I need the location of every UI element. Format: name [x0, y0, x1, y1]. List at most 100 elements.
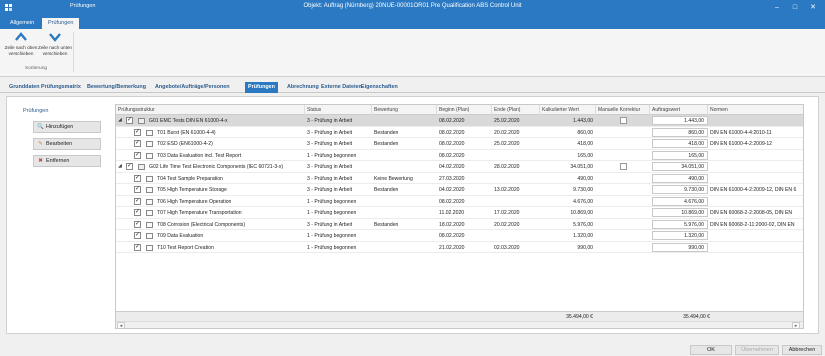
table-row[interactable]: ✓ T08 Corrosion (Electrical Components) 3 …	[116, 219, 803, 230]
row-checkbox[interactable]: ✓	[126, 117, 133, 124]
row-checkbox[interactable]: ✓	[134, 151, 141, 159]
order-value-input[interactable]: 860,00	[652, 127, 708, 137]
column-separator[interactable]	[491, 105, 492, 115]
column-header[interactable]: Ende (Plan)	[494, 107, 520, 113]
start-date: 08.02.2020	[439, 233, 465, 239]
column-separator[interactable]	[304, 105, 305, 115]
move-row-down-button[interactable]: Zeile nach unten verschieben	[38, 31, 72, 63]
table-row[interactable]: ✓ T06 High Temperature Operation 1 - Prüfu…	[116, 196, 803, 207]
apply-button[interactable]: Übernehmen	[735, 345, 779, 355]
minimize-button[interactable]: –	[770, 2, 784, 13]
row-checkbox[interactable]: ✓	[134, 220, 141, 228]
standards: DIN EN 61000-4-4:2010-11	[710, 129, 772, 136]
column-header[interactable]: Beginn (Plan)	[439, 107, 469, 113]
column-separator[interactable]	[707, 105, 708, 115]
table-row[interactable]: ✓ T02 ESD (EN61000-4-2) 3 - Prüfung in Arb…	[116, 138, 803, 150]
manual-correction-checkbox[interactable]	[620, 117, 627, 124]
order-value-input[interactable]: 34.051,00	[652, 162, 708, 171]
scroll-right-icon[interactable]: ▸	[792, 322, 800, 328]
column-separator[interactable]	[436, 105, 437, 115]
test-name: T07 High Temperature Transportation	[157, 210, 242, 216]
row-checkbox[interactable]: ✓	[134, 243, 141, 251]
calculated-value: 1.443,00	[573, 118, 593, 124]
row-checkbox[interactable]: ✓	[134, 128, 141, 136]
maximize-button[interactable]: □	[788, 2, 802, 13]
cancel-button[interactable]: Abbrechen	[782, 345, 822, 355]
expand-toggle-icon[interactable]: ◢	[118, 117, 122, 123]
column-header[interactable]: Prüfungsstruktur	[118, 107, 155, 113]
table-row[interactable]: ◢ ✓ G01 EMC Tests DIN EN 61000-4-x 3 - Prüf…	[116, 115, 803, 127]
column-header[interactable]: Kalkulierter Wert	[542, 107, 579, 113]
order-value-input[interactable]: 990,00	[652, 242, 708, 252]
table-row[interactable]: ✓ T01 Burst (EN 61000-4-4) 3 - Prüfung in …	[116, 127, 803, 138]
test-icon	[146, 210, 153, 216]
table-row[interactable]: ◢ ✓ G02 Life Time Test Electronic Componen…	[116, 161, 803, 173]
move-row-up-button[interactable]: Zeile nach oben verschieben	[4, 31, 38, 63]
tab-2[interactable]: Bewertung/Bemerkung	[84, 82, 149, 93]
tab-4[interactable]: Prüfungen	[245, 82, 278, 93]
ok-button[interactable]: OK	[690, 345, 732, 355]
group-icon	[138, 118, 145, 124]
column-separator[interactable]	[649, 105, 650, 115]
table-row[interactable]: ✓ T03 Data Evaluation incl. Test Report 1 …	[116, 150, 803, 161]
order-value-input[interactable]: 418,00	[652, 139, 708, 148]
column-header[interactable]: Manuelle Korrektur	[598, 107, 640, 113]
table-row[interactable]: ✓ T07 High Temperature Transportation 1 - …	[116, 207, 803, 219]
order-value-input[interactable]: 9.730,00	[652, 185, 708, 194]
end-date: 25.02.2020	[494, 118, 520, 124]
remove-button[interactable]: ✖ Entfernen	[33, 155, 101, 167]
remove-button-label: Entfernen	[46, 158, 70, 164]
add-button[interactable]: 🔍 Hinzufügen	[33, 121, 101, 133]
tab-5[interactable]: Abrechnung	[284, 82, 322, 93]
row-checkbox[interactable]: ✓	[126, 163, 133, 170]
column-separator[interactable]	[371, 105, 372, 115]
scroll-left-icon[interactable]: ◂	[117, 322, 125, 328]
order-value-input[interactable]: 490,00	[652, 173, 708, 183]
row-checkbox[interactable]: ✓	[134, 140, 141, 147]
tab-3[interactable]: Angebote/Aufträge/Personen	[152, 82, 233, 93]
end-date: 20.02.2020	[494, 221, 520, 228]
column-header[interactable]: Normen	[710, 107, 728, 113]
table-row[interactable]: ✓ T10 Test Report Creation 1 - Prüfung beg…	[116, 242, 803, 253]
expand-toggle-icon[interactable]: ◢	[118, 163, 122, 169]
column-separator[interactable]	[595, 105, 596, 115]
row-checkbox[interactable]: ✓	[134, 186, 141, 193]
column-header[interactable]: Bewertung	[374, 107, 398, 113]
test-icon	[146, 152, 153, 159]
column-separator[interactable]	[539, 105, 540, 115]
order-value-input[interactable]: 1.320,00	[652, 231, 708, 240]
tab-1[interactable]: Prüfungsmatrix	[38, 82, 84, 93]
tests-grid: Prüfungsstruktur Status Bewertung Beginn (P…	[115, 104, 804, 329]
table-row[interactable]: ✓ T04 Test Sample Preparation 3 - Prüfung …	[116, 173, 803, 184]
row-checkbox[interactable]: ✓	[134, 232, 141, 239]
status: 3 - Prüfung in Arbeit	[307, 129, 353, 136]
ribbon-tab-allgemein[interactable]: Allgemein	[4, 18, 40, 29]
manual-correction-checkbox[interactable]	[620, 163, 627, 170]
row-checkbox[interactable]: ✓	[134, 197, 141, 205]
column-header[interactable]: Status	[307, 107, 321, 113]
edit-button[interactable]: ✎ Bearbeiten	[33, 138, 101, 150]
start-date: 08.02.2020	[439, 198, 465, 205]
row-checkbox[interactable]: ✓	[134, 174, 141, 182]
ribbon-tab-pruefungen[interactable]: Prüfungen	[42, 18, 80, 29]
order-value-input[interactable]: 4.676,00	[652, 196, 708, 206]
title-bar: Prüfungen Objekt: Auftrag (Nürnberg) 20N…	[0, 0, 825, 15]
end-date: 28.02.2020	[494, 164, 520, 170]
start-date: 08.02.2020	[439, 129, 465, 136]
calculated-value: 10.869,00	[570, 210, 593, 216]
order-value-input[interactable]: 165,00	[652, 150, 708, 160]
table-row[interactable]: ✓ T05 High Temperature Storage 3 - Prüfung…	[116, 184, 803, 196]
table-row[interactable]: ✓ T09 Data Evaluation 1 - Prüfung begonnen…	[116, 230, 803, 242]
tab-7[interactable]: Eigenschaften	[358, 82, 401, 93]
close-button[interactable]: ✕	[806, 2, 820, 13]
test-icon	[146, 198, 153, 205]
grid-footer: 35.494,00 € 35.494,00 €	[116, 311, 803, 321]
calculated-value: 1.320,00	[573, 233, 593, 239]
order-value-input[interactable]: 5.976,00	[652, 219, 708, 229]
order-value-input[interactable]: 10.869,00	[652, 208, 708, 217]
order-value-input[interactable]: 1.443,00	[652, 116, 708, 125]
row-checkbox[interactable]: ✓	[134, 209, 141, 216]
column-header[interactable]: Auftragswert	[652, 107, 680, 113]
horizontal-scrollbar[interactable]: ◂ ▸	[116, 321, 803, 328]
test-name: T01 Burst (EN 61000-4-4)	[157, 129, 216, 136]
